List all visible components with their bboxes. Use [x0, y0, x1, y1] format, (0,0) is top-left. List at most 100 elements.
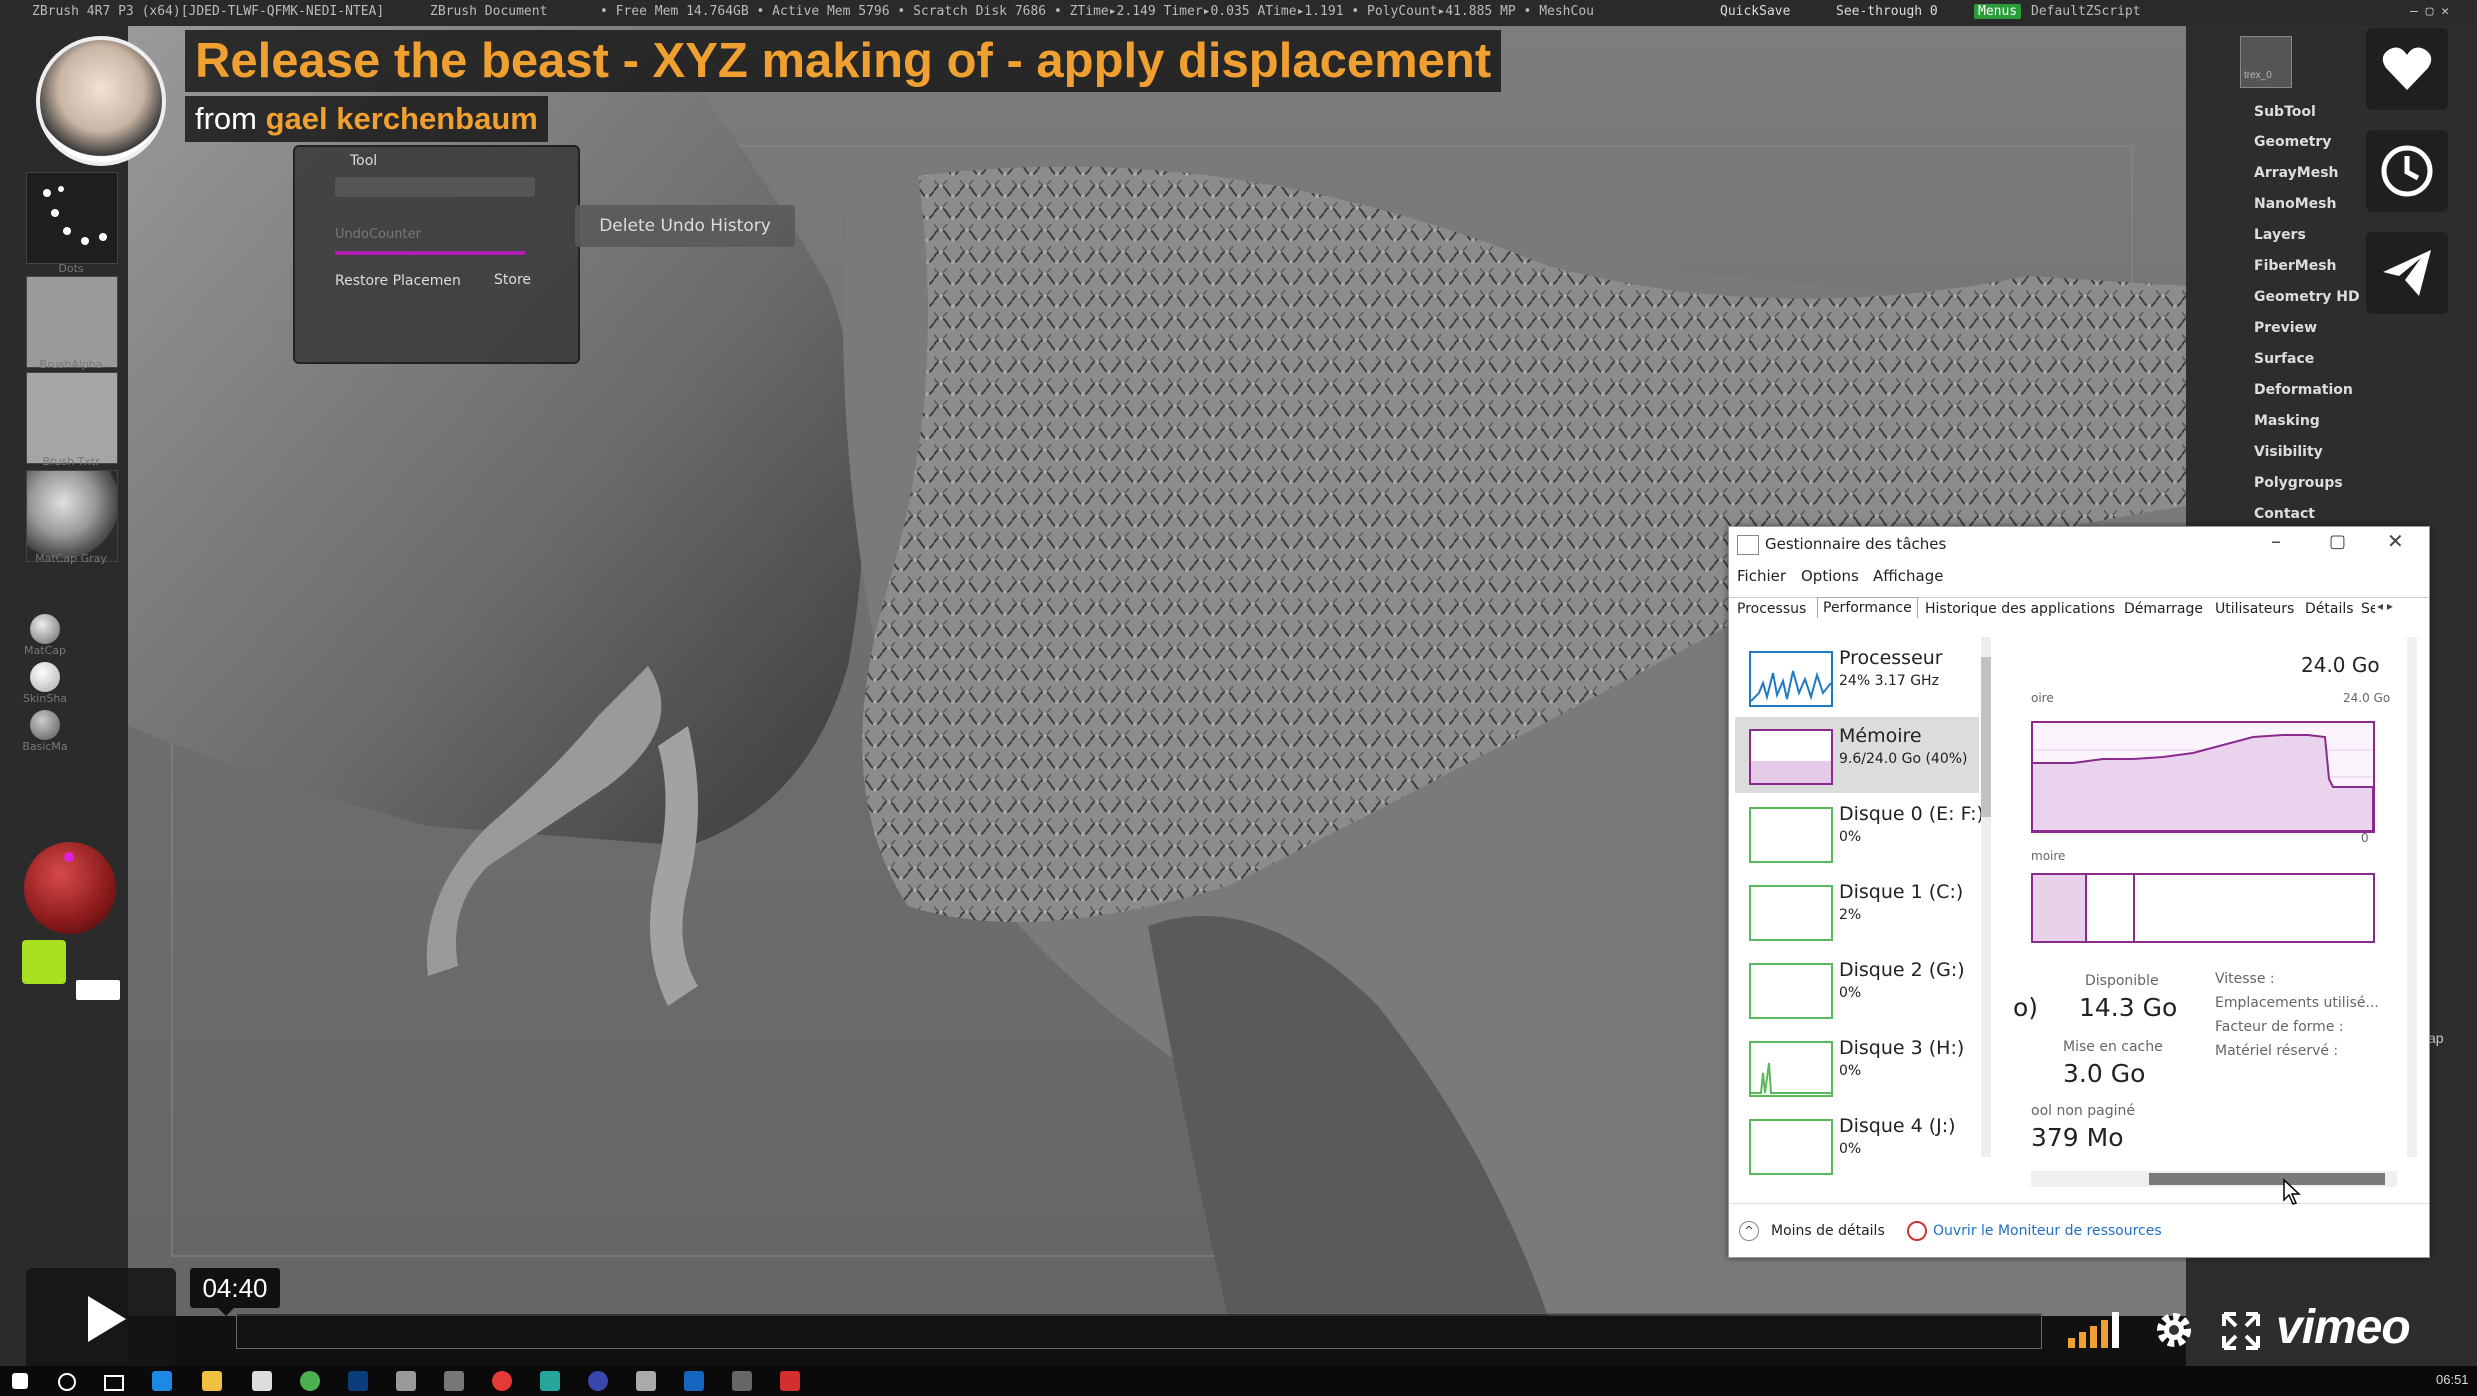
maximize-icon[interactable]: ▢ — [2329, 531, 2346, 552]
close-icon[interactable]: ✕ — [2387, 529, 2404, 553]
cpu-mini-graph[interactable] — [1749, 651, 1833, 707]
menu-options[interactable]: Options — [1801, 567, 1859, 585]
like-button[interactable] — [2366, 28, 2448, 110]
menu-surface[interactable]: Surface — [2254, 351, 2314, 367]
app-icon-2[interactable] — [444, 1371, 464, 1391]
see-through-slider[interactable]: See-through 0 — [1836, 4, 1938, 19]
menu-fibermesh[interactable]: FiberMesh — [2254, 258, 2337, 274]
resource-disk0-name[interactable]: Disque 0 (E: F:) — [1839, 803, 1984, 825]
resource-disk2-name[interactable]: Disque 2 (G:) — [1839, 959, 1965, 981]
menu-arraymesh[interactable]: ArrayMesh — [2254, 165, 2339, 181]
task-view-icon[interactable] — [104, 1375, 124, 1391]
open-resource-monitor-link[interactable]: Ouvrir le Moniteur de ressources — [1933, 1223, 2162, 1239]
clock-icon — [2381, 145, 2433, 197]
tab-details[interactable]: Détails — [2305, 601, 2354, 617]
menu-fichier[interactable]: Fichier — [1737, 567, 1786, 585]
default-zscript-button[interactable]: DefaultZScript — [2031, 4, 2141, 19]
share-button[interactable] — [2366, 232, 2448, 314]
store-button[interactable]: Store — [490, 271, 536, 289]
menu-contact[interactable]: Contact — [2254, 506, 2315, 522]
menu-nanomesh[interactable]: NanoMesh — [2254, 196, 2336, 212]
right-panel-partial-label: ap — [2428, 1030, 2444, 1046]
video-progress-bar[interactable] — [236, 1313, 2042, 1349]
tab-demarrage[interactable]: Démarrage — [2124, 601, 2203, 617]
chevron-up-icon[interactable]: ^ — [1739, 1221, 1759, 1241]
delete-undo-history-button[interactable]: Delete Undo History — [575, 205, 795, 247]
app-icon-7[interactable] — [780, 1371, 800, 1391]
undo-counter-slider[interactable]: UndoCounter — [335, 227, 525, 255]
chrome-icon[interactable] — [300, 1371, 320, 1391]
play-button[interactable] — [26, 1268, 176, 1370]
menus-toggle[interactable]: Menus — [1974, 4, 2022, 19]
resource-disk1-name[interactable]: Disque 1 (C:) — [1839, 881, 1963, 903]
tool-slider-row[interactable] — [335, 177, 535, 197]
tab-services[interactable]: Se — [2361, 601, 2375, 617]
menu-polygroups[interactable]: Polygroups — [2254, 475, 2343, 491]
disk2-mini-graph[interactable] — [1749, 963, 1833, 1019]
basicmat-swatch[interactable] — [30, 710, 60, 740]
disk4-mini-graph[interactable] — [1749, 1119, 1833, 1175]
resource-disk4-name[interactable]: Disque 4 (J:) — [1839, 1115, 1956, 1137]
settings-gear-icon[interactable] — [2152, 1308, 2196, 1352]
tab-processus[interactable]: Processus — [1737, 601, 1806, 617]
vimeo-logo[interactable]: vimeo — [2276, 1300, 2411, 1355]
memory-mini-graph[interactable] — [1749, 729, 1833, 785]
window-controls-icon[interactable]: – ▢ ✕ — [2410, 4, 2449, 19]
menu-geometry[interactable]: Geometry — [2254, 134, 2331, 150]
author-avatar[interactable] — [36, 36, 166, 166]
disk1-mini-graph[interactable] — [1749, 885, 1833, 941]
app-icon-3[interactable] — [492, 1371, 512, 1391]
resource-list-scroll-thumb[interactable] — [1981, 657, 1991, 817]
app-icon-5[interactable] — [588, 1371, 608, 1391]
fullscreen-icon[interactable] — [2222, 1312, 2260, 1350]
edge-browser-icon[interactable] — [152, 1371, 172, 1391]
tab-scroll-left-icon[interactable]: ◂ ▸ — [2377, 599, 2393, 613]
video-title[interactable]: Release the beast - XYZ making of - appl… — [185, 30, 1502, 92]
minimize-icon[interactable]: – — [2271, 529, 2281, 553]
texture-thumb[interactable] — [26, 372, 118, 464]
app-icon-6[interactable] — [636, 1371, 656, 1391]
tab-utilisateurs[interactable]: Utilisateurs — [2215, 601, 2294, 617]
store-icon[interactable] — [252, 1371, 272, 1391]
stroke-dots-thumb[interactable] — [26, 172, 118, 264]
light-swatch[interactable] — [76, 980, 120, 1000]
heart-icon — [2382, 47, 2432, 90]
menu-geometry-hd[interactable]: Geometry HD — [2254, 289, 2360, 305]
volume-bars-icon[interactable] — [2066, 1310, 2122, 1350]
menu-layers[interactable]: Layers — [2254, 227, 2306, 243]
search-circle-icon[interactable] — [58, 1373, 76, 1391]
graph1-max: 24.0 Go — [2343, 691, 2391, 705]
less-details-link[interactable]: Moins de détails — [1771, 1223, 1885, 1239]
resource-cpu-name[interactable]: Processeur — [1839, 647, 1943, 669]
restore-placement-button[interactable]: Restore Placemen — [335, 273, 461, 289]
tab-historique[interactable]: Historique des applications — [1925, 601, 2115, 617]
alpha-thumb[interactable] — [26, 276, 118, 368]
app-icon-1[interactable] — [396, 1371, 416, 1391]
windows-start-icon[interactable] — [12, 1373, 28, 1389]
menu-preview[interactable]: Preview — [2254, 320, 2317, 336]
skinshade-swatch[interactable] — [30, 662, 60, 692]
task-manager-taskbar-icon[interactable] — [732, 1371, 752, 1391]
file-explorer-icon[interactable] — [202, 1371, 222, 1391]
quicksave-button[interactable]: QuickSave — [1720, 4, 1790, 19]
disk0-mini-graph[interactable] — [1749, 807, 1833, 863]
resource-disk3-name[interactable]: Disque 3 (H:) — [1839, 1037, 1964, 1059]
disk3-mini-graph[interactable] — [1749, 1041, 1833, 1097]
app-icon-4[interactable] — [540, 1371, 560, 1391]
light-bulb-icon[interactable] — [22, 940, 66, 984]
menu-subtool[interactable]: SubTool — [2254, 104, 2316, 120]
detail-vertical-scrollbar[interactable] — [2407, 637, 2417, 1157]
menu-visibility[interactable]: Visibility — [2254, 444, 2323, 460]
resource-memory-name[interactable]: Mémoire — [1839, 725, 1922, 747]
menu-deformation[interactable]: Deformation — [2254, 382, 2353, 398]
tab-performance[interactable]: Performance — [1817, 597, 1918, 618]
word-icon[interactable] — [684, 1371, 704, 1391]
material-thumb[interactable] — [26, 470, 118, 562]
photoshop-icon[interactable] — [348, 1371, 368, 1391]
matcap-swatch[interactable] — [30, 614, 60, 644]
detail-horizontal-scroll-thumb[interactable] — [2149, 1173, 2385, 1185]
menu-masking[interactable]: Masking — [2254, 413, 2320, 429]
menu-affichage[interactable]: Affichage — [1873, 567, 1943, 585]
watch-later-button[interactable] — [2366, 130, 2448, 212]
author-link[interactable]: gael kerchenbaum — [266, 101, 538, 136]
